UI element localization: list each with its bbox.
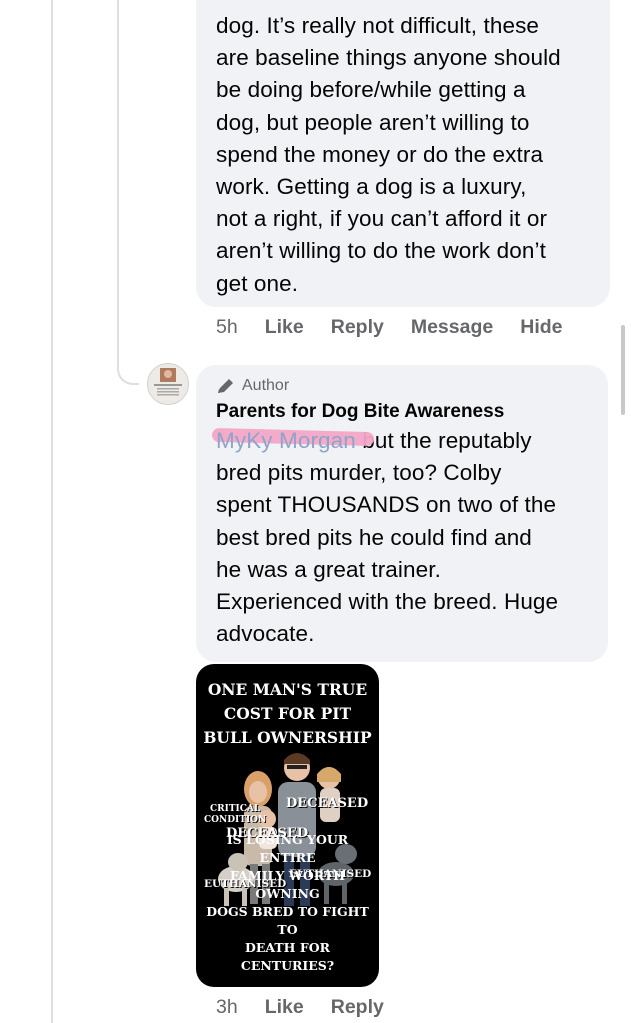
- comment-actions: 5h Like Reply Message Hide: [216, 316, 590, 339]
- image-question-line: FAMILY WORTH OWNING: [230, 868, 345, 901]
- image-question: IS LOSING YOUR ENTIRE FAMILY WORTH OWNIN…: [200, 831, 375, 975]
- image-title-line: COST FOR PIT: [223, 704, 352, 723]
- thread-line-inner: [117, 0, 119, 360]
- attached-image[interactable]: ONE MAN'S TRUE COST FOR PIT BULL OWNERSH…: [196, 664, 379, 987]
- message-button[interactable]: Message: [411, 316, 493, 339]
- deceased-label: DECEASED: [286, 796, 369, 811]
- critical-label: CRITICAL CONDITION: [204, 804, 266, 826]
- comment-line: he was a great trainer.: [216, 556, 441, 582]
- image-question-line: DOGS BRED TO FIGHT TO: [206, 904, 369, 937]
- pen-icon: [218, 379, 233, 393]
- comment-line: get one.: [216, 270, 299, 296]
- like-button[interactable]: Like: [265, 316, 304, 339]
- image-question-line: DEATH FOR CENTURIES?: [240, 940, 335, 973]
- reply-button[interactable]: Reply: [331, 996, 384, 1019]
- image-title-line: BULL OWNERSHIP: [203, 728, 372, 747]
- comment-line: dog, but people aren’t willing to: [216, 109, 530, 135]
- comment-line: are baseline things anyone should: [216, 45, 561, 71]
- hide-button[interactable]: Hide: [520, 316, 562, 339]
- critical-label-line: CONDITION: [204, 815, 267, 825]
- image-title: ONE MAN'S TRUE COST FOR PIT BULL OWNERSH…: [196, 678, 379, 750]
- mention-text: MyKy Morgan: [216, 428, 356, 453]
- comment-line: not a right, if you can’t afford it or: [216, 206, 548, 232]
- comment-line: be doing before/while getting a: [216, 77, 526, 103]
- thread-line-outer: [51, 0, 53, 1023]
- comment-line: dog. It’s really not difficult, these: [216, 13, 540, 38]
- author-badge-label: Author: [242, 377, 290, 394]
- timestamp[interactable]: 5h: [216, 316, 238, 339]
- thread-connector: [117, 355, 139, 385]
- scrollbar[interactable]: [621, 325, 625, 415]
- image-question-line: IS LOSING YOUR ENTIRE: [226, 832, 349, 865]
- comment-text: dog. It’s really not difficult, these ar…: [216, 10, 590, 300]
- avatar-image: [148, 364, 188, 404]
- image-title-line: ONE MAN'S TRUE: [207, 680, 368, 699]
- comment-line: spend the money or do the extra: [216, 141, 544, 167]
- comment-line: work. Getting a dog is a luxury,: [216, 174, 527, 200]
- comment-line: bred pits murder, too? Colby: [216, 460, 502, 486]
- timestamp[interactable]: 3h: [216, 996, 238, 1019]
- author-badge: Author: [216, 377, 588, 395]
- like-button[interactable]: Like: [265, 996, 304, 1019]
- comment-line: advocate.: [216, 621, 315, 647]
- author-name[interactable]: Parents for Dog Bite Awareness: [216, 401, 588, 423]
- mention-link[interactable]: MyKy Morgan: [211, 427, 375, 453]
- comment-bubble-author: Author Parents for Dog Bite Awareness My…: [196, 365, 608, 662]
- comment-line: MyKy Morgan but the reputably: [211, 425, 588, 457]
- comment-line: best bred pits he could find and: [216, 524, 532, 550]
- comment-line: aren’t willing to do the work don’t: [216, 238, 546, 264]
- critical-label-line: CRITICAL: [209, 804, 261, 814]
- comment-text: MyKy Morgan but the reputably bred pits …: [211, 425, 588, 650]
- comment-line-rest: but the reputably: [355, 428, 532, 453]
- comment-line: spent THOUSANDS on two of the: [216, 492, 557, 518]
- reply-button[interactable]: Reply: [331, 316, 384, 339]
- comment-line: Experienced with the breed. Huge: [216, 589, 559, 615]
- avatar[interactable]: [147, 363, 189, 405]
- comment-actions: 3h Like Reply: [216, 996, 411, 1019]
- comment-bubble: dog. It’s really not difficult, these ar…: [196, 0, 610, 307]
